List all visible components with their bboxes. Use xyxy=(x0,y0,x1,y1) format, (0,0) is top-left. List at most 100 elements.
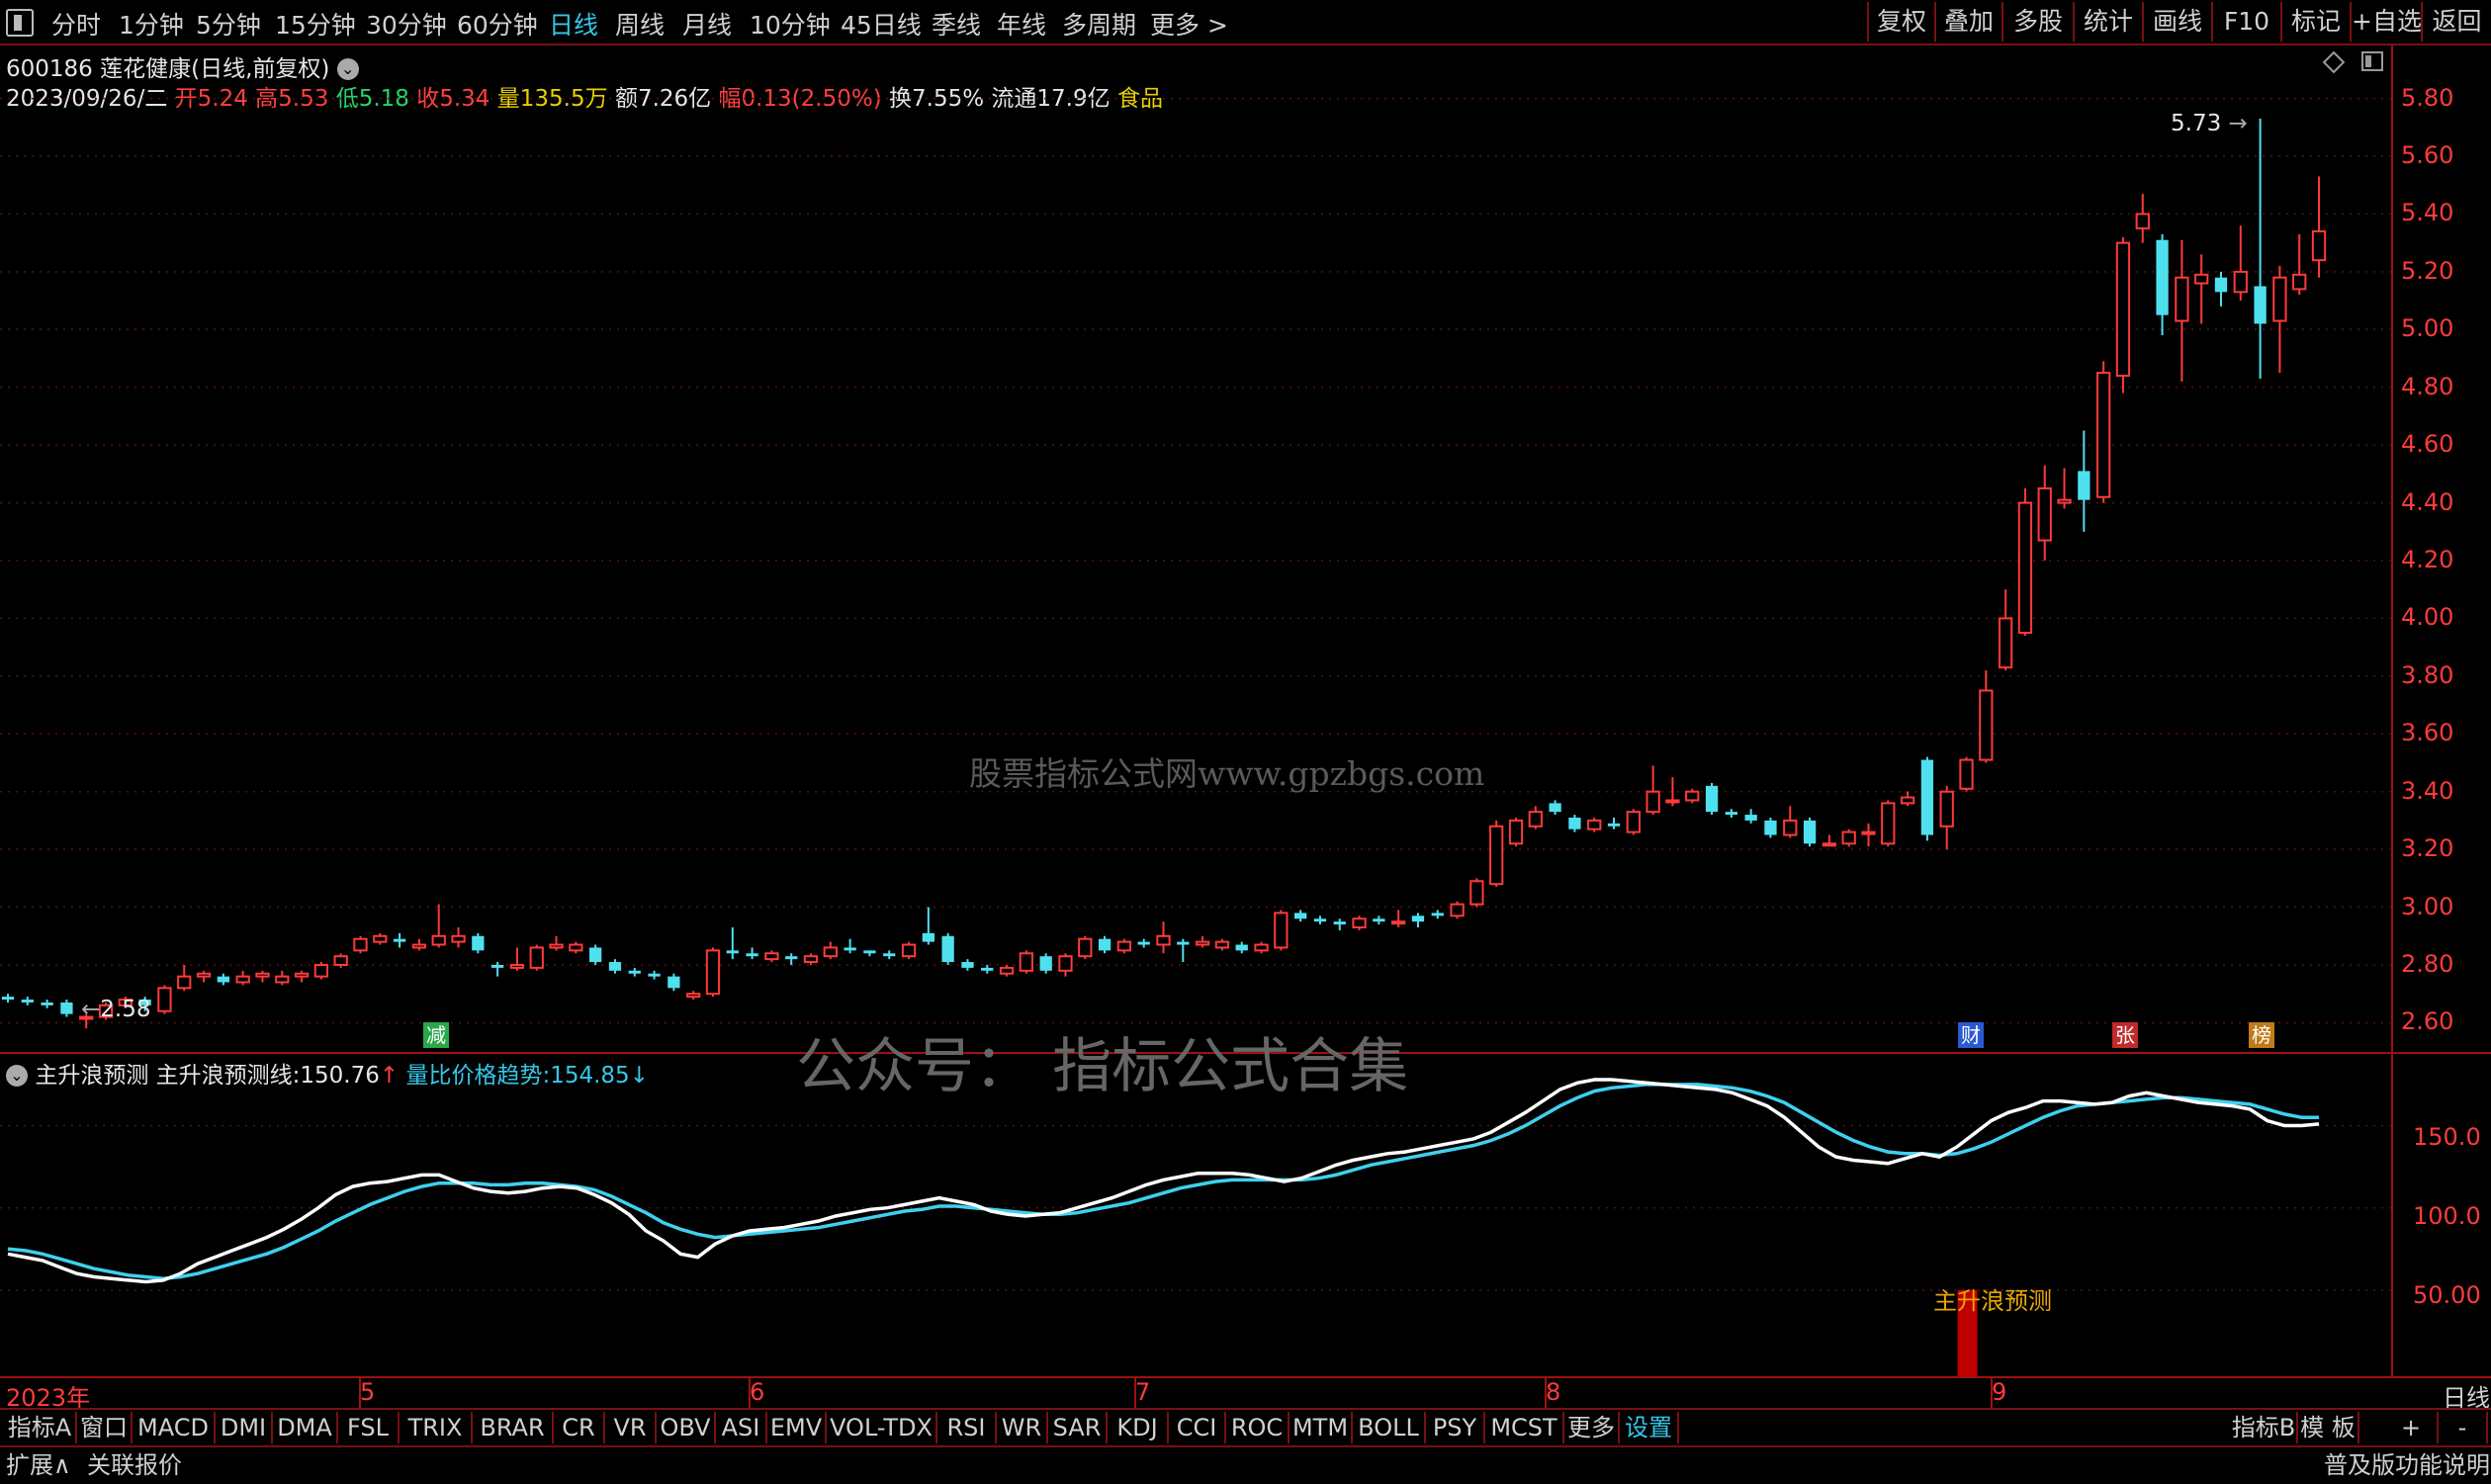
candle-body xyxy=(1411,916,1425,922)
indicator-tab[interactable]: MCST xyxy=(1485,1412,1564,1443)
candle-body xyxy=(1959,758,1974,790)
candle-body xyxy=(1177,941,1190,945)
candle-body xyxy=(1900,796,1915,805)
candle-body xyxy=(1764,820,1777,835)
candle-body xyxy=(472,935,485,951)
indicator-tab[interactable]: 指标A xyxy=(4,1412,77,1443)
candle-body xyxy=(1373,918,1385,922)
candle-body xyxy=(569,943,583,952)
indicator-tab-right[interactable]: 指标B xyxy=(2231,1412,2298,1443)
high-mark: 5.73 → xyxy=(2171,111,2248,136)
indicator-menu-icon[interactable]: ⌄ xyxy=(6,1065,28,1087)
low-mark-value: 2.58 xyxy=(100,997,151,1022)
indicator-tab[interactable]: DMI xyxy=(216,1412,273,1443)
candle-body xyxy=(1156,934,1171,946)
indicator-tab[interactable]: ASI xyxy=(716,1412,767,1443)
candle-body xyxy=(2175,276,2189,322)
candle-body xyxy=(1998,617,2013,669)
indicator-tab[interactable]: 设置 xyxy=(1620,1412,1679,1443)
candle-body xyxy=(157,987,172,1012)
indicator-line2-value: 154.85 xyxy=(550,1063,630,1089)
related-quote-button[interactable]: 关联报价 xyxy=(87,1449,182,1481)
candle-body xyxy=(411,943,427,949)
candle-body xyxy=(1783,819,1798,836)
candle-body xyxy=(1195,940,1210,946)
indicator-tab[interactable]: EMV xyxy=(767,1412,827,1443)
indicator-tab[interactable]: DMA xyxy=(273,1412,338,1443)
indicator-tab[interactable]: BOLL xyxy=(1353,1412,1426,1443)
indicator-tab[interactable]: MACD xyxy=(133,1412,216,1443)
signal-label: 主升浪预测 xyxy=(1933,1287,2052,1315)
indicator-tab[interactable]: SAR xyxy=(1048,1412,1108,1443)
candle-body xyxy=(589,947,602,963)
candle-body xyxy=(451,934,466,943)
candle-body xyxy=(313,963,329,978)
candle-body xyxy=(2194,273,2209,285)
candle-body xyxy=(235,975,250,984)
x-label-may: 5 xyxy=(360,1378,376,1406)
badge-finance[interactable]: 财 xyxy=(1958,1022,1984,1048)
indicator-tab[interactable]: 更多 xyxy=(1564,1412,1620,1443)
low-mark: ←2.58 xyxy=(81,997,151,1022)
candle-body xyxy=(1549,803,1561,813)
candle-body xyxy=(393,938,406,942)
candle-body xyxy=(549,943,564,949)
indicator-tab[interactable]: WR xyxy=(997,1412,1048,1443)
candle-body xyxy=(217,976,229,983)
candle-body xyxy=(2057,498,2072,504)
badge-list[interactable]: 榜 xyxy=(2249,1022,2274,1048)
ind-axis-150: 150.0 xyxy=(2413,1123,2481,1151)
candle-body xyxy=(705,949,721,996)
indicator-tab[interactable]: CR xyxy=(554,1412,605,1443)
candle-body xyxy=(981,967,994,971)
candle-body xyxy=(529,946,544,969)
candle-body xyxy=(1469,880,1484,906)
candle-body xyxy=(2078,471,2091,500)
candle-body xyxy=(2311,229,2327,262)
candle-body xyxy=(1137,941,1150,945)
candle-body xyxy=(177,975,192,990)
indicator-name[interactable]: 主升浪预测 xyxy=(35,1063,148,1089)
indicator-tab[interactable]: MTM xyxy=(1290,1412,1353,1443)
trend-line-main-wave xyxy=(7,1078,2320,1284)
badge-reduce[interactable]: 减 xyxy=(423,1022,449,1048)
indicator-tab-right[interactable]: + xyxy=(2385,1412,2439,1443)
candle-body xyxy=(2156,239,2169,315)
indicator-tab[interactable]: ROC xyxy=(1226,1412,1290,1443)
candle-body xyxy=(294,972,310,978)
indicator-tab[interactable]: BRAR xyxy=(473,1412,554,1443)
edition-info[interactable]: 普及版功能说明 xyxy=(2324,1449,2490,1481)
indicator-tab-right[interactable]: - xyxy=(2439,1412,2488,1443)
indicator-tab[interactable]: VR xyxy=(605,1412,657,1443)
indicator-tab[interactable]: OBV xyxy=(657,1412,716,1443)
candle-body xyxy=(1665,799,1680,804)
indicator-tab[interactable]: PSY xyxy=(1426,1412,1485,1443)
candle-body xyxy=(1528,811,1543,828)
indicator-tab[interactable]: VOL-TDX xyxy=(827,1412,937,1443)
candle-body xyxy=(60,1002,73,1014)
indicator-tab[interactable]: FSL xyxy=(338,1412,400,1443)
indicator-line2-label: 量比价格趋势: xyxy=(405,1063,551,1089)
indicator-tab[interactable]: TRIX xyxy=(400,1412,473,1443)
indicator-tab[interactable]: RSI xyxy=(937,1412,997,1443)
candle-body xyxy=(1293,913,1307,919)
indicator-tab[interactable]: KDJ xyxy=(1108,1412,1169,1443)
candle-body xyxy=(686,993,701,999)
indicator-tab-right[interactable]: 模 板 xyxy=(2298,1412,2359,1443)
up-arrow-icon: ↑ xyxy=(379,1063,400,1089)
candle-body xyxy=(863,950,876,954)
indicator-tab[interactable]: CCI xyxy=(1169,1412,1226,1443)
candle-body xyxy=(41,1002,53,1005)
kline-chart[interactable] xyxy=(0,0,2491,1484)
indicator-tab[interactable]: 窗口 xyxy=(77,1412,133,1443)
candle-body xyxy=(941,935,954,963)
expand-button[interactable]: 扩展∧ xyxy=(6,1449,71,1481)
candle-body xyxy=(1607,823,1621,827)
candle-body xyxy=(961,962,974,968)
candle-body xyxy=(509,963,525,969)
candle-body xyxy=(1822,842,1837,847)
candle-body xyxy=(608,962,622,971)
candle-body xyxy=(275,975,290,984)
candle-body xyxy=(1391,920,1406,925)
badge-limit-up[interactable]: 张 xyxy=(2112,1022,2138,1048)
